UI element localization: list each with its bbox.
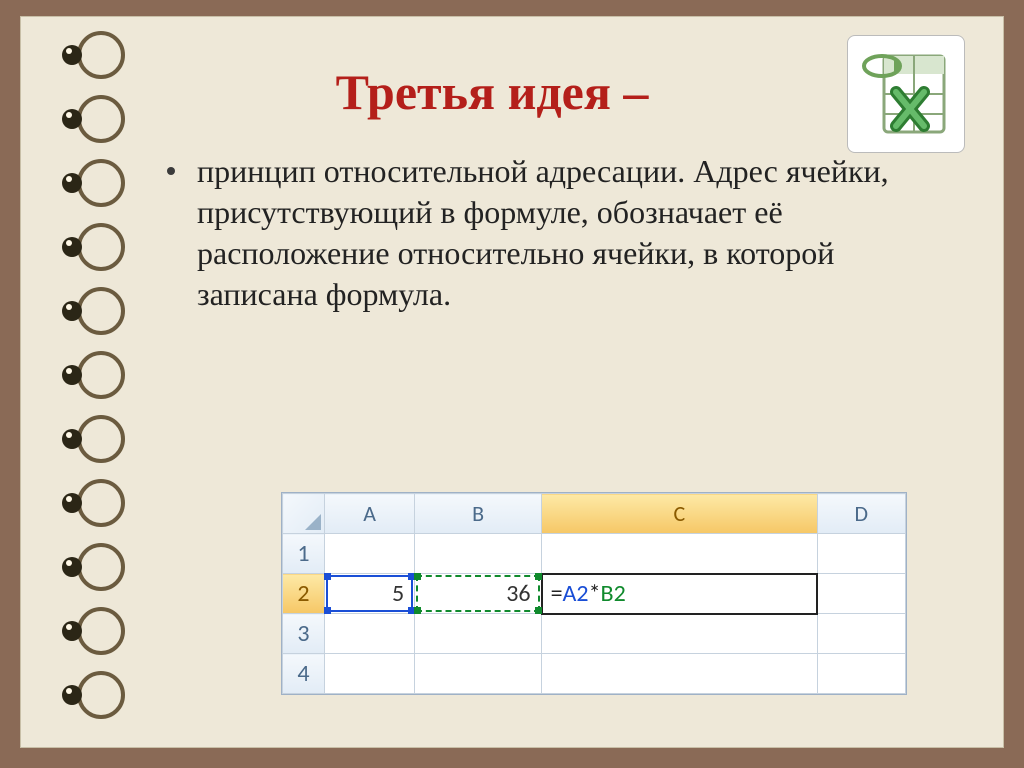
col-header-B: B: [415, 494, 542, 534]
cell-B1: [415, 534, 542, 574]
cell-B2: 36: [415, 574, 542, 614]
bullet-text: принцип относительной адресации. Адрес я…: [161, 151, 903, 315]
slide-body: принцип относительной адресации. Адрес я…: [161, 151, 943, 315]
cell-A4: [325, 654, 415, 694]
excel-logo-icon: [847, 35, 965, 153]
col-header-D: D: [817, 494, 905, 534]
cell-C1: [542, 534, 818, 574]
col-header-A: A: [325, 494, 415, 534]
cell-B4: [415, 654, 542, 694]
slide-title: Третья идея –: [161, 63, 943, 121]
cell-C4: [542, 654, 818, 694]
slide-paper: Третья идея – принцип относительной адре…: [20, 16, 1004, 748]
row-header-3: 3: [283, 614, 325, 654]
col-header-C: C: [542, 494, 818, 534]
cell-D3: [817, 614, 905, 654]
cell-A2: 5: [325, 574, 415, 614]
cell-B3: [415, 614, 542, 654]
spiral-binding: [39, 25, 129, 739]
row-header-1: 1: [283, 534, 325, 574]
cell-A3: [325, 614, 415, 654]
row-header-4: 4: [283, 654, 325, 694]
cell-A1: [325, 534, 415, 574]
excel-snippet: A B C D 1 2 5: [281, 492, 907, 695]
row-header-2: 2: [283, 574, 325, 614]
select-all-corner: [283, 494, 325, 534]
cell-D4: [817, 654, 905, 694]
cell-D1: [817, 534, 905, 574]
cell-D2: [817, 574, 905, 614]
cell-C2-formula: =A2*B2: [542, 574, 818, 614]
slide-frame: Третья идея – принцип относительной адре…: [0, 0, 1024, 768]
cell-C3: [542, 614, 818, 654]
